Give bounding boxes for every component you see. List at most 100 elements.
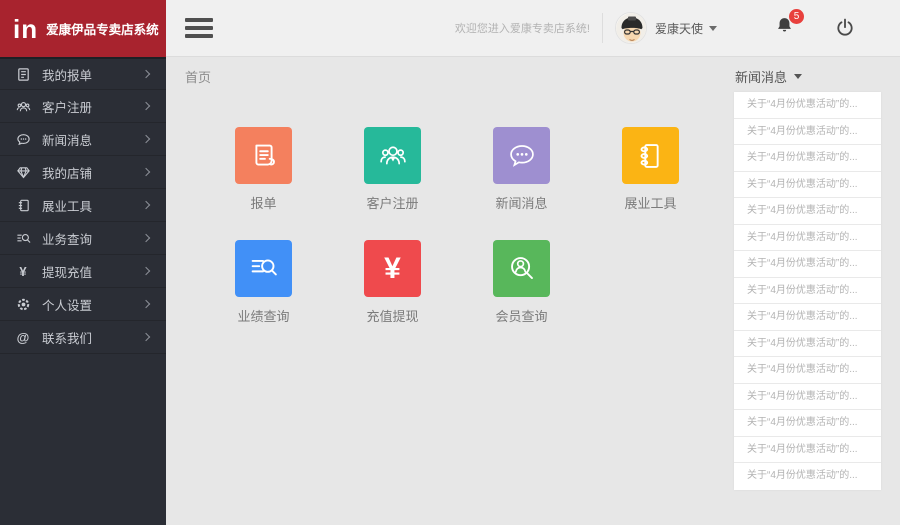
logout-button[interactable]	[834, 17, 856, 39]
news-list-item[interactable]: 关于“4月份优惠活动”的...	[734, 410, 881, 437]
power-icon	[837, 18, 853, 36]
sidebar-item-my-reports[interactable]: 我的报单	[0, 57, 166, 90]
tile-label: 业绩查询	[237, 309, 290, 324]
tile-cell: ¥ 充值提现	[364, 240, 421, 324]
business-tools-icon	[640, 143, 659, 168]
news-list-item[interactable]: 关于“4月份优惠活动”的...	[734, 198, 881, 225]
tile-performance-query[interactable]	[235, 240, 292, 297]
caret-down-icon[interactable]	[709, 25, 717, 31]
topbar: 欢迎您进入爱康专卖店系统! 爱康天使 5	[166, 0, 900, 57]
recharge-withdraw-icon: ¥	[384, 251, 401, 285]
member-query-icon	[510, 256, 533, 279]
sidebar-item-label: 提现充值	[42, 265, 93, 280]
tile-recharge-withdraw[interactable]: ¥	[364, 240, 421, 297]
contact-us-icon: @	[16, 329, 30, 345]
news-list-item[interactable]: 关于“4月份优惠活动”的...	[734, 463, 881, 490]
news-list-item[interactable]: 关于“4月份优惠活动”的...	[734, 92, 881, 119]
app-root: in 爱康伊品专卖店系统 欢迎您进入爱康专卖店系统! 爱康天使 5 我的报单 客…	[0, 0, 900, 525]
chevron-right-icon	[141, 299, 151, 309]
news-message-icon	[509, 144, 534, 167]
app-title: 爱康伊品专卖店系统	[46, 23, 159, 37]
tile-label: 客户注册	[366, 196, 419, 211]
tile-cell: 报单	[235, 127, 292, 211]
tile-news[interactable]	[493, 127, 550, 184]
tile-business-tools[interactable]	[622, 127, 679, 184]
news-list: 关于“4月份优惠活动”的... 关于“4月份优惠活动”的... 关于“4月份优惠…	[734, 92, 881, 490]
tile-cell: 客户注册	[364, 127, 421, 211]
chevron-right-icon	[141, 134, 151, 144]
tile-report[interactable]	[235, 127, 292, 184]
performance-query-icon	[251, 259, 277, 275]
notification-badge: 5	[789, 9, 804, 24]
news-list-item[interactable]: 关于“4月份优惠活动”的...	[734, 145, 881, 172]
news-list-item[interactable]: 关于“4月份优惠活动”的...	[734, 331, 881, 357]
chevron-right-icon	[141, 233, 151, 243]
caret-down-icon	[794, 74, 803, 79]
tile-label: 新闻消息	[495, 196, 548, 211]
sidebar-item-label: 个人设置	[42, 298, 93, 313]
tile-cell: 新闻消息	[493, 127, 550, 211]
tile-member-query[interactable]	[493, 240, 550, 297]
tile-cell: 会员查询	[493, 240, 550, 324]
sidebar-item-my-shop[interactable]: 我的店铺	[0, 156, 166, 189]
tile-cell: 展业工具	[622, 127, 679, 211]
customer-register-icon	[15, 98, 31, 114]
sidebar-item-label: 我的报单	[42, 68, 93, 83]
welcome-text: 欢迎您进入爱康专卖店系统!	[454, 23, 590, 35]
customer-register-icon	[379, 145, 406, 164]
tile-label: 充值提现	[366, 309, 419, 324]
sidebar-item-label: 新闻消息	[42, 133, 93, 148]
tile-label: 会员查询	[495, 309, 548, 324]
chevron-right-icon	[141, 200, 151, 210]
avatar[interactable]	[614, 12, 647, 44]
sidebar-item-customer-register[interactable]: 客户注册	[0, 90, 166, 123]
chevron-right-icon	[141, 266, 151, 276]
sidebar-item-label: 展业工具	[42, 199, 93, 214]
news-list-item[interactable]: 关于“4月份优惠活动”的...	[734, 437, 881, 463]
tile-cell: 业绩查询	[235, 240, 292, 324]
sidebar-item-contact-us[interactable]: @ 联系我们	[0, 321, 166, 354]
news-list-item[interactable]: 关于“4月份优惠活动”的...	[734, 357, 881, 384]
sidebar-item-label: 客户注册	[42, 100, 93, 115]
news-message-icon	[15, 131, 31, 147]
sidebar-item-news[interactable]: 新闻消息	[0, 123, 166, 156]
sidebar-item-label: 我的店铺	[42, 166, 93, 181]
business-tools-icon	[15, 197, 31, 213]
tile-customer-register[interactable]	[364, 127, 421, 184]
news-list-item[interactable]: 关于“4月份优惠活动”的...	[734, 278, 881, 304]
chevron-right-icon	[141, 332, 151, 342]
chevron-right-icon	[141, 167, 151, 177]
business-query-icon	[15, 230, 31, 246]
brand-logo: in 爱康伊品专卖店系统	[0, 0, 166, 57]
news-list-item[interactable]: 关于“4月份优惠活动”的...	[734, 119, 881, 145]
sidebar-item-label: 业务查询	[42, 232, 93, 247]
withdraw-recharge-icon: ¥	[19, 263, 27, 279]
tile-label: 展业工具	[624, 196, 677, 211]
chevron-right-icon	[141, 101, 151, 111]
sidebar-item-personal-settings[interactable]: 个人设置	[0, 288, 166, 321]
news-list-item[interactable]: 关于“4月份优惠活动”的...	[734, 225, 881, 251]
news-list-item[interactable]: 关于“4月份优惠活动”的...	[734, 172, 881, 198]
chevron-right-icon	[141, 69, 151, 79]
sidebar-item-withdraw-recharge[interactable]: ¥ 提现充值	[0, 255, 166, 288]
username[interactable]: 爱康天使	[655, 20, 703, 37]
sidebar-item-business-tools[interactable]: 展业工具	[0, 189, 166, 222]
tile-label: 报单	[250, 196, 277, 211]
news-list-item[interactable]: 关于“4月份优惠活动”的...	[734, 251, 881, 278]
hamburger-icon[interactable]	[185, 18, 213, 38]
sidebar-item-label: 联系我们	[42, 331, 93, 346]
breadcrumb: 首页	[185, 70, 212, 85]
personal-settings-icon	[15, 296, 31, 312]
report-doc-icon	[15, 66, 31, 82]
news-list-item[interactable]: 关于“4月份优惠活动”的...	[734, 384, 881, 410]
topbar-right: 欢迎您进入爱康专卖店系统! 爱康天使 5	[455, 0, 900, 56]
brand-mark: in	[13, 13, 39, 44]
sidebar: 我的报单 客户注册 新闻消息 我的店铺 展业工具 业务查询 ¥ 提现充值 个人设…	[0, 57, 166, 525]
notifications-button[interactable]: 5	[775, 9, 804, 40]
my-shop-icon	[15, 164, 31, 180]
news-panel-header[interactable]: 新闻消息	[735, 67, 803, 86]
news-list-item[interactable]: 关于“4月份优惠活动”的...	[734, 304, 881, 331]
news-panel-title: 新闻消息	[735, 70, 788, 85]
sidebar-item-business-query[interactable]: 业务查询	[0, 222, 166, 255]
report-doc-icon	[254, 144, 275, 165]
